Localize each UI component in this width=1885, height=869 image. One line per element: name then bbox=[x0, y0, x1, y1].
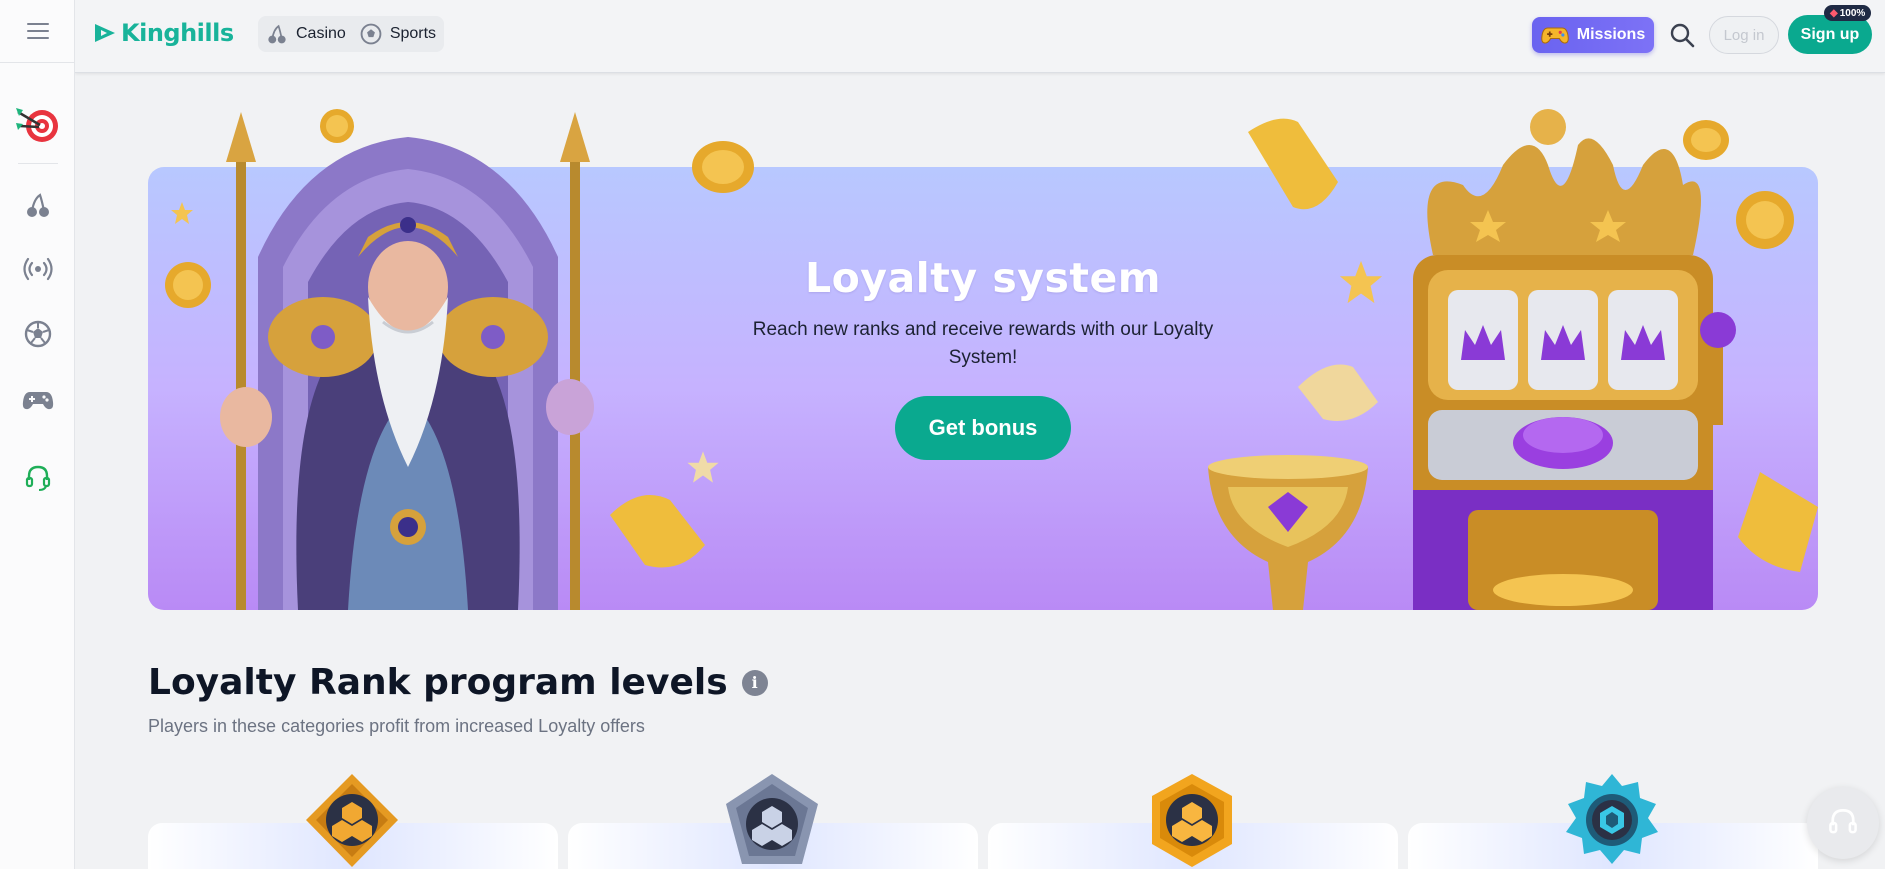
info-icon[interactable]: i bbox=[741, 669, 768, 696]
coin-icon bbox=[1683, 120, 1729, 160]
nav-sports[interactable]: Sports bbox=[360, 23, 436, 45]
cherries-icon bbox=[268, 24, 286, 44]
soccer-ball-icon bbox=[24, 320, 51, 348]
loyalty-banner: Loyalty system Reach new ranks and recei… bbox=[148, 109, 1818, 610]
headset-icon bbox=[1829, 809, 1857, 834]
section-subtitle: Players in these categories profit from … bbox=[148, 716, 645, 736]
section-heading: Loyalty Rank program levels i bbox=[148, 662, 768, 703]
support-chat-button[interactable] bbox=[1807, 787, 1879, 859]
nav-casino-label: Casino bbox=[296, 25, 346, 42]
banner-subtitle: Reach new ranks and receive rewards with… bbox=[752, 319, 1214, 368]
search-icon bbox=[1670, 23, 1695, 48]
gamepad-icon bbox=[22, 392, 53, 410]
banner-title: Loyalty system bbox=[804, 254, 1161, 302]
sidebar bbox=[0, 0, 75, 869]
gold-rank-icon bbox=[1152, 774, 1232, 867]
dart-target-icon bbox=[15, 108, 58, 142]
coin-icon bbox=[320, 109, 354, 143]
section-title: Loyalty Rank program levels bbox=[148, 662, 728, 703]
sidebar-item-support[interactable] bbox=[0, 454, 75, 502]
signup-bonus-badge: ◆ 100% bbox=[1824, 5, 1872, 21]
top-header: Kinghills Casino Sports Missions Log in … bbox=[75, 0, 1885, 73]
get-bonus-button[interactable]: Get bonus bbox=[895, 396, 1071, 460]
sidebar-divider bbox=[18, 163, 58, 164]
sidebar-item-sports[interactable] bbox=[0, 310, 75, 358]
nav-sports-label: Sports bbox=[389, 25, 437, 42]
sidebar-item-live[interactable] bbox=[0, 245, 75, 293]
sidebar-item-casino[interactable] bbox=[0, 181, 75, 229]
sidebar-item-games[interactable] bbox=[0, 376, 75, 424]
headset-icon bbox=[25, 465, 50, 491]
search-button[interactable] bbox=[1665, 18, 1699, 52]
sidebar-item-missions[interactable] bbox=[0, 100, 75, 148]
main-nav: Casino Sports bbox=[258, 16, 445, 52]
banner-content: Loyalty system Reach new ranks and recei… bbox=[148, 167, 1818, 610]
diamond-rank-icon bbox=[1566, 774, 1658, 864]
broadcast-icon bbox=[22, 257, 53, 281]
nav-casino[interactable]: Casino bbox=[266, 23, 346, 45]
logo-mark-icon bbox=[95, 24, 115, 42]
menu-button[interactable] bbox=[0, 0, 75, 63]
hamburger-icon bbox=[26, 23, 49, 39]
missions-label: Missions bbox=[1576, 26, 1646, 43]
cherries-icon bbox=[26, 193, 49, 217]
soccer-ball-icon bbox=[360, 23, 382, 45]
gamepad-icon bbox=[1540, 27, 1569, 44]
kinghills-logo[interactable]: Kinghills bbox=[93, 18, 234, 48]
missions-button[interactable]: Missions bbox=[1532, 17, 1654, 53]
logo-text: Kinghills bbox=[121, 19, 234, 47]
signup-badge-text: 100% bbox=[1839, 7, 1866, 19]
silver-rank-icon bbox=[726, 774, 818, 864]
gift-icon: ◆ bbox=[1830, 7, 1838, 19]
login-button[interactable]: Log in bbox=[1709, 16, 1779, 54]
bronze-rank-icon bbox=[306, 774, 398, 867]
